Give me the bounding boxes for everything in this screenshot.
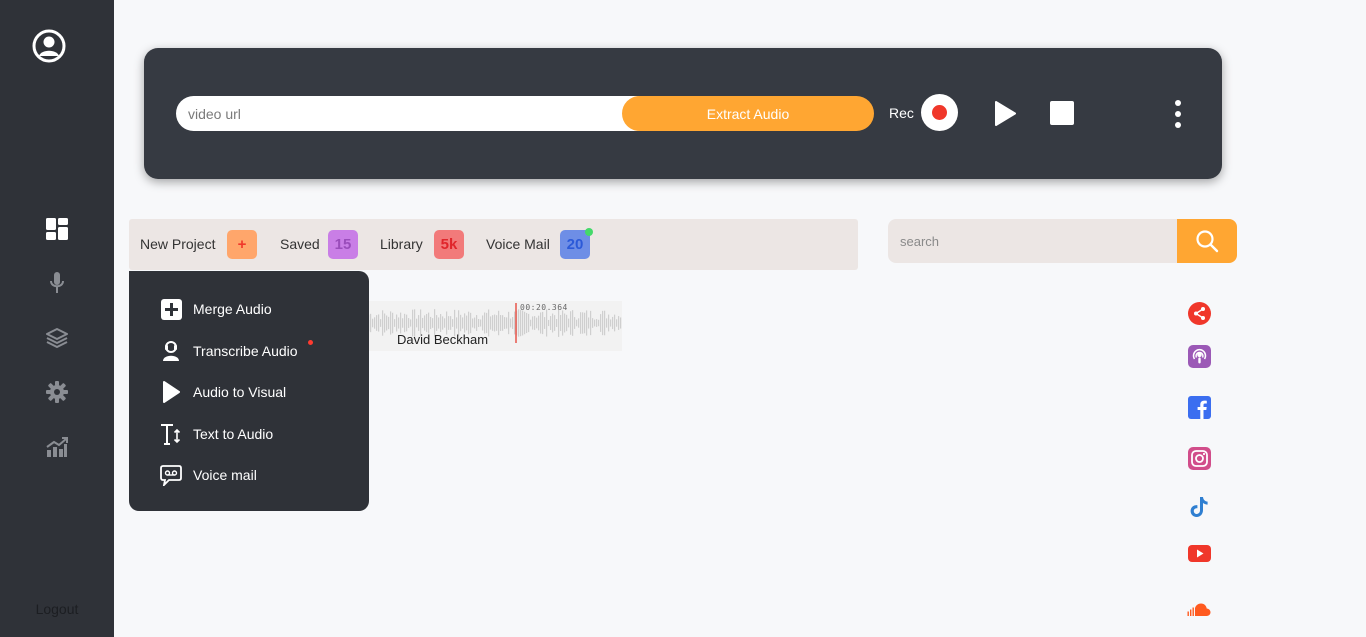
- sidebar: Logout: [0, 0, 114, 637]
- layers-icon[interactable]: [45, 326, 69, 350]
- new-indicator-dot: [308, 340, 313, 345]
- share-icon[interactable]: [1187, 301, 1211, 325]
- menu-item-audio-to-visual[interactable]: Audio to Visual: [160, 380, 286, 404]
- tab-saved[interactable]: Saved: [280, 236, 320, 252]
- search-button[interactable]: [1177, 219, 1237, 263]
- microphone-icon[interactable]: [45, 271, 69, 295]
- avatar-icon[interactable]: [32, 29, 66, 63]
- menu-item-text-to-audio[interactable]: Text to Audio: [160, 422, 273, 446]
- play-icon: [160, 380, 182, 404]
- youtube-icon[interactable]: [1187, 541, 1211, 565]
- new-project-menu: Merge Audio Transcribe Audio Audio to Vi…: [129, 271, 369, 511]
- video-url-input[interactable]: [176, 96, 622, 131]
- chart-icon[interactable]: [45, 435, 69, 459]
- play-icon: [995, 101, 1016, 126]
- menu-item-label: Transcribe Audio: [193, 343, 298, 359]
- recorder-toolbar: Extract Audio Rec: [144, 48, 1222, 179]
- menu-item-transcribe-audio[interactable]: Transcribe Audio: [160, 339, 313, 363]
- instagram-icon[interactable]: [1187, 446, 1211, 470]
- library-count-badge: 5k: [434, 230, 464, 259]
- notification-dot: [585, 228, 593, 236]
- saved-count-badge: 15: [328, 230, 358, 259]
- playhead-timecode: 00:20.364: [520, 303, 568, 312]
- play-button[interactable]: [994, 101, 1016, 131]
- dashboard-icon[interactable]: [45, 217, 69, 241]
- url-bar: Extract Audio: [176, 96, 874, 131]
- search-input[interactable]: [888, 219, 1177, 263]
- logout-button[interactable]: Logout: [0, 601, 114, 617]
- menu-item-label: Voice mail: [193, 467, 257, 483]
- text-size-icon: [160, 422, 182, 446]
- menu-item-merge-audio[interactable]: Merge Audio: [160, 297, 272, 321]
- gear-icon[interactable]: [45, 380, 69, 404]
- plus-square-icon: [160, 297, 182, 321]
- menu-item-label: Text to Audio: [193, 426, 274, 442]
- tab-library[interactable]: Library: [380, 236, 423, 252]
- more-options-button[interactable]: [1172, 100, 1184, 128]
- voicemail-icon: [160, 463, 182, 487]
- new-project-badge[interactable]: +: [227, 230, 257, 259]
- facebook-icon[interactable]: [1187, 395, 1211, 419]
- search-bar: [888, 219, 1237, 263]
- menu-item-label: Merge Audio: [193, 301, 272, 317]
- extract-audio-button[interactable]: Extract Audio: [622, 96, 874, 131]
- tab-voice-mail[interactable]: Voice Mail: [486, 236, 550, 252]
- project-tabs: New Project + Saved 15 Library 5k Voice …: [129, 219, 858, 270]
- record-button[interactable]: [921, 94, 958, 131]
- search-icon: [1196, 230, 1219, 253]
- tab-new-project[interactable]: New Project: [140, 236, 215, 252]
- rec-label: Rec: [889, 105, 914, 121]
- soundcloud-icon[interactable]: [1187, 597, 1211, 621]
- track-name: David Beckham: [397, 332, 489, 347]
- stop-button[interactable]: [1050, 101, 1074, 125]
- record-icon: [932, 105, 947, 120]
- menu-item-label: Audio to Visual: [193, 384, 287, 400]
- transcriber-icon: [160, 339, 182, 363]
- tiktok-icon[interactable]: [1187, 495, 1211, 519]
- podcast-icon[interactable]: [1187, 344, 1211, 368]
- menu-item-voice-mail[interactable]: Voice mail: [160, 463, 257, 487]
